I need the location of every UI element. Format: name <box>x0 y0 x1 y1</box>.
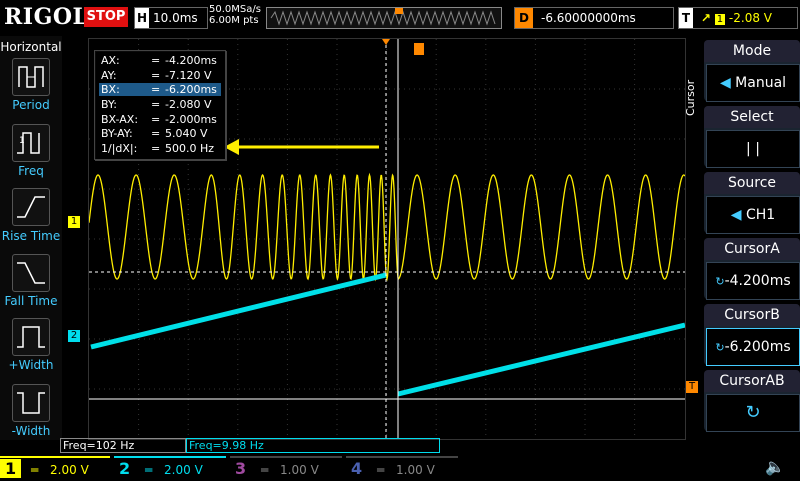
period-label: Period <box>12 98 50 112</box>
source-title: Source <box>704 172 800 194</box>
ch2-ramp-segment <box>397 322 685 397</box>
negative-width-button[interactable] <box>12 384 50 422</box>
speaker-muted-icon[interactable]: 🔈 <box>760 456 790 478</box>
cursor-b-title: CursorB <box>704 304 800 326</box>
timebase-value: 10.0ms <box>153 11 198 25</box>
negative-width-label: -Width <box>11 424 51 438</box>
trigger-readout[interactable]: T ↗ 1 -2.08 V <box>678 7 798 29</box>
ch2-offset-marker[interactable]: 2 <box>68 330 80 342</box>
readout-bx-ax: BX-AX: = -2.000ms <box>101 113 217 126</box>
top-status-bar: RIGOL STOP H 10.0ms 50.0MSa/s 6.00M pts D… <box>0 0 800 36</box>
channel-3-number: 3 <box>235 459 247 478</box>
cursor-a-title: CursorA <box>704 238 800 260</box>
cursor-menu: Cursor Mode ◀ Manual Select | | Source ◀… <box>684 36 800 440</box>
knob-icon: ↻ <box>715 341 725 354</box>
readout-ax: AX: = -4.200ms <box>101 54 217 67</box>
rise-time-button[interactable] <box>12 188 50 226</box>
channel-3-status[interactable]: 3 ═ 1.00 V <box>230 456 342 480</box>
positive-width-button[interactable] <box>12 318 50 356</box>
channel-4-status[interactable]: 4 ═ 1.00 V <box>346 456 458 480</box>
delay-value: -6.60000000ms <box>541 11 636 25</box>
fall-time-label: Fall Time <box>4 294 58 308</box>
positive-width-label: +Width <box>8 358 54 372</box>
channel-2-number: 2 <box>119 459 131 478</box>
channel-1-status[interactable]: 1 ═ 2.00 V <box>0 456 110 480</box>
coupling-icon: ═ <box>260 463 269 477</box>
mode-value: ◀ Manual <box>706 64 800 102</box>
sample-info: 50.0MSa/s 6.00M pts <box>209 4 261 26</box>
timebase-readout[interactable]: H 10.0ms <box>134 7 208 29</box>
cursor-a-softkey[interactable]: CursorA ↻-4.200ms <box>704 238 800 300</box>
period-button[interactable] <box>12 58 50 96</box>
channel-1-scale: 2.00 V <box>50 463 89 477</box>
channel-1-waveform <box>89 172 685 282</box>
cursor-ab-softkey[interactable]: CursorAB ↻ <box>704 370 800 432</box>
channel-status-bar: 1 ═ 2.00 V 2 ═ 2.00 V 3 ═ 1.00 V 4 ═ 1.0… <box>0 454 800 480</box>
sample-rate: 50.0MSa/s <box>209 4 261 15</box>
measure-menu: Horizontal Period 1 Freq Rise Time Fall … <box>0 36 62 440</box>
readout-bx: BX: = -6.200ms <box>99 83 221 96</box>
readout-by: BY: = -2.080 V <box>101 98 212 111</box>
svg-text:1: 1 <box>19 136 25 146</box>
channel-1-number: 1 <box>0 459 22 478</box>
ch1-trace <box>89 172 685 282</box>
fall-time-button[interactable] <box>12 254 50 292</box>
readout-by-ay: BY-AY: = 5.040 V <box>101 127 208 140</box>
readout-inverse-dx: 1/|dX|: = 500.0 Hz <box>101 142 215 155</box>
readout-ay: AY: = -7.120 V <box>101 69 212 82</box>
select-softkey[interactable]: Select | | <box>704 106 800 168</box>
timebase-label: H <box>135 8 149 28</box>
cursor-b-top-marker <box>382 39 390 45</box>
cursor-readout-panel: AX: = -4.200ms AY: = -7.120 V BX: = -6.200ms B… <box>94 50 226 160</box>
ch1-frequency: Freq=102 Hz <box>60 438 186 453</box>
channel-one-indicator: 1 <box>714 14 726 25</box>
frequency-counter-strip: Freq=102 Hz Freq=9.98 Hz <box>60 438 460 453</box>
cursor-ab-title: CursorAB <box>704 370 800 392</box>
trigger-level-value: -2.08 V <box>728 11 772 25</box>
channel-2-waveform <box>90 272 685 397</box>
ch1-offset-marker[interactable]: 1 <box>68 216 80 228</box>
source-value: ◀ CH1 <box>706 196 800 234</box>
run-stop-indicator[interactable]: STOP <box>84 7 128 27</box>
trigger-position-marker <box>414 43 424 55</box>
channel-2-status[interactable]: 2 ═ 2.00 V <box>114 456 226 480</box>
trigger-label: T <box>679 8 693 28</box>
knob-icon: ↻ <box>715 275 725 288</box>
source-softkey[interactable]: Source ◀ CH1 <box>704 172 800 234</box>
ch2-ramp-segment <box>90 272 387 350</box>
ch2-frequency: Freq=9.98 Hz <box>186 438 440 453</box>
mode-arrow-icon: ◀ <box>719 75 736 91</box>
source-arrow-icon: ◀ <box>730 207 746 223</box>
mode-title: Mode <box>704 40 800 62</box>
mode-softkey[interactable]: Mode ◀ Manual <box>704 40 800 102</box>
delay-label: D <box>515 8 533 28</box>
coupling-icon: ═ <box>376 463 385 477</box>
select-value: | | <box>706 130 800 168</box>
knob-icon: ↻ <box>745 402 761 423</box>
cursor-ab-knob: ↻ <box>706 394 800 432</box>
cursor-b-softkey[interactable]: CursorB ↻-6.200ms <box>704 304 800 366</box>
memory-overview-strip[interactable] <box>266 7 502 29</box>
trigger-edge-icon: ↗ <box>700 11 711 25</box>
trigger-level-marker[interactable]: T <box>686 381 698 393</box>
channel-3-scale: 1.00 V <box>280 463 319 477</box>
rise-time-label: Rise Time <box>1 229 61 243</box>
memory-depth: 6.00M pts <box>209 15 259 26</box>
select-title: Select <box>704 106 800 128</box>
channel-4-number: 4 <box>351 459 363 478</box>
cursor-b-value: ↻-6.200ms <box>706 328 800 366</box>
freq-button[interactable]: 1 <box>12 124 50 162</box>
delay-readout[interactable]: D -6.60000000ms <box>514 7 674 29</box>
coupling-icon: ═ <box>30 463 39 477</box>
channel-4-scale: 1.00 V <box>396 463 435 477</box>
channel-2-scale: 2.00 V <box>164 463 203 477</box>
cursor-menu-side-label: Cursor <box>684 79 697 116</box>
brand-logo: RIGOL <box>4 4 89 30</box>
freq-label: Freq <box>18 164 44 178</box>
measure-menu-title: Horizontal <box>0 40 62 54</box>
coupling-icon: ═ <box>144 463 153 477</box>
cursor-a-value: ↻-4.200ms <box>706 262 800 300</box>
